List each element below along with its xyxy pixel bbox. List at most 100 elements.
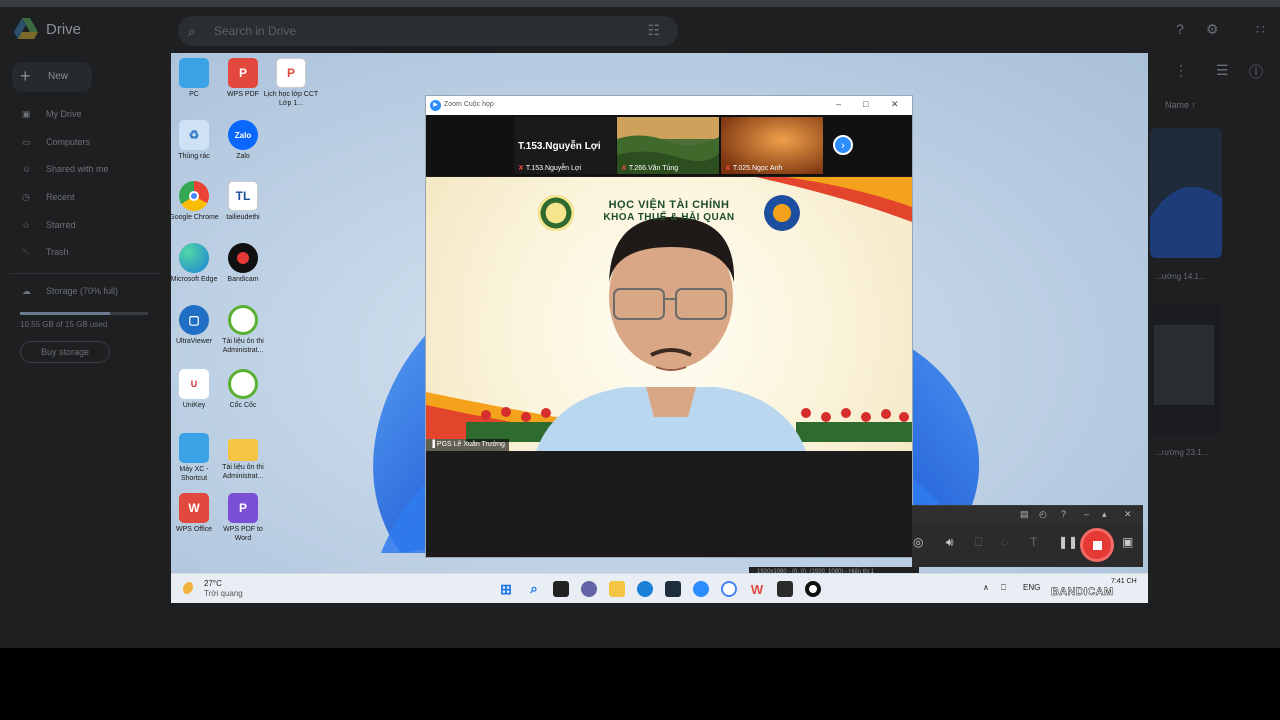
drive-app-name: Drive [46,21,82,38]
sort-by-name[interactable]: Name ↑ [1165,100,1196,110]
unikey-icon: U [179,369,209,399]
desktop-icon-folder[interactable]: Tài liệu ôn thi Administrat... [215,433,271,481]
desktop-icon-wps-pdf-word[interactable]: P WPS PDF to Word [215,493,271,543]
speaker-name-tag: ▐ PGS Lê Xuân Trường [426,439,509,451]
help-icon[interactable]: ? [1061,509,1066,519]
browser-top-strip [0,0,1280,7]
nav-recent[interactable]: ◷ Recent [22,192,75,208]
arrow-up-icon: ↑ [1191,100,1197,110]
zoom-window-title: Zoom Cuộc họp [444,101,494,108]
pc-icon [179,58,209,88]
muted-mic-icon: ✘ [725,165,731,172]
language[interactable]: ENG [1023,583,1040,592]
mouse-effect-icon[interactable]: ◌ [1001,535,1008,549]
desktop-icon-tailieu-1[interactable]: Tài liệu ôn thi Administrat... [215,305,271,355]
clock[interactable]: 7:41 CH [1111,578,1137,585]
speaker-name: PGS Lê Xuân Trường [436,441,505,448]
info-icon[interactable]: ⓘ [1249,62,1263,82]
bandicam-icon[interactable] [805,581,821,597]
participant-caption: ✘ T.153.Nguyễn Lợi [518,164,581,172]
search-icon[interactable]: ⌕ [526,581,542,597]
desktop-icon-label: Bandicam [227,276,259,283]
chevron-up-icon[interactable]: ∧ [983,583,989,592]
desktop-icon-pdf-file[interactable]: P Lịch học lớp CCT Lớp 1... [263,58,319,108]
drive-search-box[interactable]: ⌕ Search in Drive ☷ [178,16,678,46]
desktop-icon-zalo[interactable]: Zalo Zalo [215,120,271,161]
participant-tile[interactable]: ✘ T.025.Ngọc Anh [721,117,823,174]
desktop-icon-bandicam[interactable]: Bandicam [215,243,271,284]
close-icon[interactable]: ✕ [1124,509,1132,520]
starred-icon: ☆ [22,220,31,230]
next-page-button[interactable]: › [833,135,853,155]
timer-icon[interactable]: ◴ [1039,509,1047,520]
desktop-icon-label: Cốc Cốc [229,402,257,409]
chrome-icon[interactable] [721,581,737,597]
desktop-icon-coccoc[interactable]: Cốc Cốc [215,369,271,410]
task-view-icon[interactable] [553,581,569,597]
nav-trash[interactable]: ␡ Trash [22,247,69,263]
bandicam-toolbar: ▤ ◴ ? – ▴ ✕ ◎ 🔊︎ ⎕ ◌ T ❚❚ ▣ [912,505,1143,567]
edge-icon [179,243,209,273]
file-thumbnail[interactable] [1150,128,1222,258]
nav-shared[interactable]: ☺ Shared with me [22,164,109,180]
restore-icon[interactable]: ▴ [1102,509,1107,520]
maximize-icon[interactable]: □ [863,99,868,109]
desktop-icon-tailieudethi[interactable]: TL tailieudethi [215,181,271,222]
participant-caption-text: T.153.Nguyễn Lợi [525,165,582,172]
apps-grid-icon[interactable]: ∷ [1256,21,1265,38]
muted-mic-icon: ✘ [518,165,524,172]
pause-icon[interactable]: ❚❚ [1058,535,1078,549]
participant-caption: ✘ T.266.Văn Tùng [621,164,678,172]
nav-storage[interactable]: ☁ Storage (70% full) [22,286,118,302]
list-view-icon[interactable]: ☰ [1216,62,1229,79]
microphone-icon[interactable]: ⎕ [1001,583,1006,593]
new-button[interactable]: + New [12,62,92,92]
edge-icon[interactable] [637,581,653,597]
cloud-icon: ☁ [22,286,31,296]
sticky-notes-icon[interactable] [777,581,793,597]
buy-storage-button[interactable]: Buy storage [20,341,110,363]
settings-icon[interactable]: ⚙ [1206,21,1219,38]
close-icon[interactable]: ✕ [891,99,899,110]
start-icon[interactable]: ⊞ [498,581,514,597]
moon-icon[interactable] [183,582,197,596]
zalo-icon: Zalo [228,120,258,150]
file-explorer-icon[interactable] [609,581,625,597]
file-thumbnail-label: ...ường 14.1... [1155,272,1206,281]
search-options-icon[interactable]: ☷ [647,22,660,39]
weather-description[interactable]: Trời quang [204,589,243,598]
desktop-icon-label: Tài liệu ôn thi Administrat... [222,464,264,480]
bandicam-icon [228,243,258,273]
participant-tile[interactable]: T.153.Nguyễn Lợi ✘ T.153.Nguyễn Lợi [514,117,616,174]
stop-record-button[interactable] [1080,528,1114,562]
zoom-icon[interactable] [693,581,709,597]
nav-label: My Drive [46,109,82,119]
participant-caption-text: T.025.Ngọc Anh [732,165,783,172]
wps-office-icon[interactable]: W [749,581,765,597]
minimize-icon[interactable]: – [836,99,841,109]
zoom-empty-area [426,451,912,557]
webcam-icon[interactable]: ◎ [913,535,923,549]
temperature[interactable]: 27°C [204,579,222,588]
search-placeholder: Search in Drive [214,24,297,38]
nav-computers[interactable]: ▭ Computers [22,137,90,153]
nav-label: Recent [46,192,75,202]
speaker-icon[interactable]: 🔊︎ [946,535,954,550]
text-overlay-icon[interactable]: T [1030,535,1037,549]
camera-icon[interactable]: ▣ [1122,535,1133,549]
minimize-icon[interactable]: – [1084,509,1089,519]
storage-label: Storage (70% full) [46,286,119,296]
nav-starred[interactable]: ☆ Starred [22,220,76,236]
chat-icon[interactable] [581,581,597,597]
participant-tile[interactable]: ✘ T.266.Văn Tùng [617,117,719,174]
nav-my-drive[interactable]: ▣ My Drive [22,109,82,125]
more-options-icon[interactable]: ⋮ [1174,62,1188,79]
store-icon[interactable] [665,581,681,597]
microphone-icon[interactable]: ⎕ [975,535,982,550]
folder-icon[interactable]: ▤ [1020,509,1029,520]
desktop-icon-label: Tài liệu ôn thi Administrat... [222,338,264,354]
help-icon[interactable]: ? [1176,21,1184,37]
file-thumbnail[interactable] [1150,305,1222,435]
trash-icon: ␡ [22,247,30,257]
storage-bar-fill [20,312,110,315]
